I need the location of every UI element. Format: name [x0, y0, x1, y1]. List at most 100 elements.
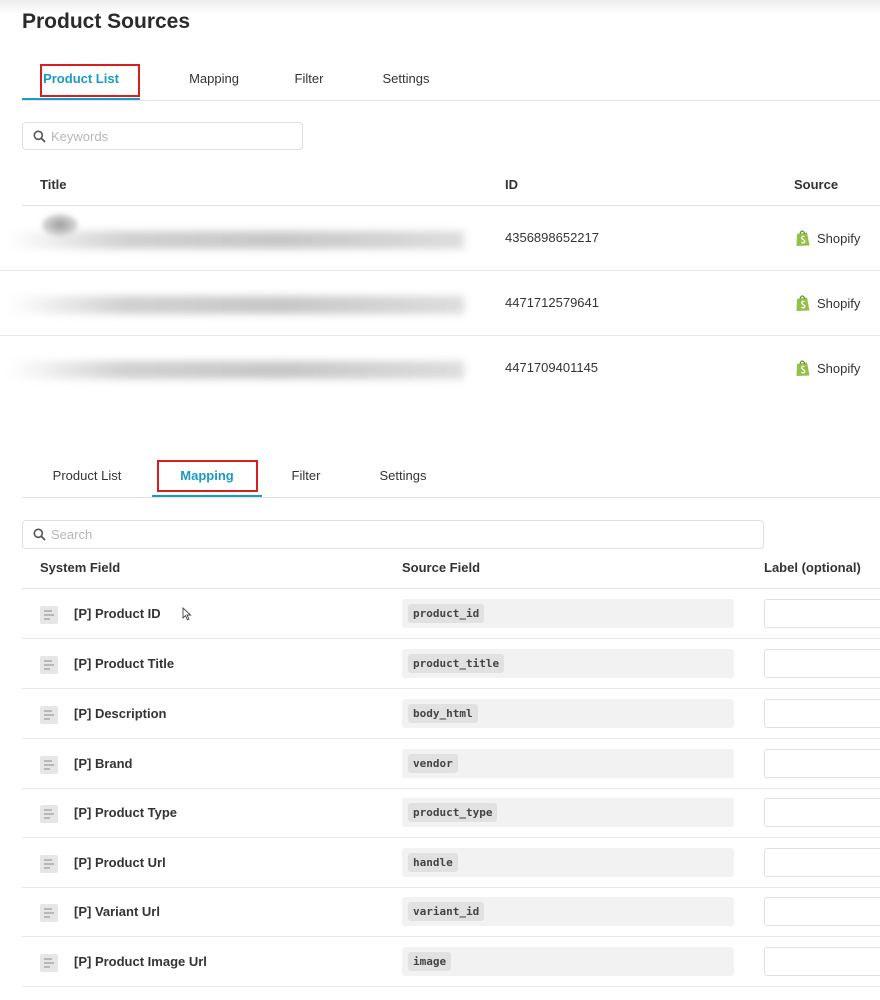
label-input[interactable]: [764, 749, 880, 778]
source-field-chip: product_title: [408, 654, 505, 673]
label-input[interactable]: [764, 897, 880, 926]
source-field-select[interactable]: product_title: [402, 649, 734, 678]
tab-mapping[interactable]: Mapping: [174, 60, 254, 98]
source-field-chip: product_id: [408, 604, 485, 623]
table-row[interactable]: 4356898652217 Shopify: [0, 206, 880, 271]
keywords-input[interactable]: [51, 123, 296, 149]
system-field: [P] Product Type: [74, 805, 178, 820]
tabs-top: Product List Mapping Filter Settings: [22, 60, 880, 101]
mapping-search-input[interactable]: [51, 521, 751, 547]
tab-label: Filter: [291, 468, 321, 483]
source-field-select[interactable]: product_type: [402, 798, 734, 827]
shopify-icon: [796, 360, 810, 376]
shopify-icon: [796, 295, 810, 311]
source-field-chip: image: [408, 952, 452, 971]
system-field: [P] Product ID: [74, 606, 161, 621]
label-input[interactable]: [764, 649, 880, 678]
tab-label: Settings: [379, 468, 427, 483]
search-icon: [33, 528, 46, 541]
column-source-field: Source Field: [402, 560, 481, 575]
source-field-select[interactable]: variant_id: [402, 897, 734, 926]
source-field-chip: product_type: [408, 803, 498, 822]
table-row[interactable]: 4471712579641 Shopify: [0, 271, 880, 336]
source-field-chip: body_html: [408, 704, 478, 723]
source-field-select[interactable]: handle: [402, 848, 734, 877]
product-id: 4471712579641: [505, 295, 599, 310]
drag-handle-icon[interactable]: [40, 805, 58, 823]
keywords-search: [22, 122, 303, 150]
source-label: Shopify: [817, 360, 861, 376]
system-field: [P] Product Image Url: [74, 954, 207, 969]
mapping-row: [P] Product Type product_type: [22, 788, 880, 838]
mapping-row: [P] Variant Url variant_id: [22, 887, 880, 937]
shopify-icon: [796, 230, 810, 246]
product-id: 4471709401145: [505, 360, 599, 375]
page-title: Product Sources: [22, 10, 191, 33]
system-field: [P] Brand: [74, 756, 133, 771]
label-input[interactable]: [764, 947, 880, 976]
tab-label: Mapping: [189, 71, 239, 86]
source-cell: Shopify: [795, 271, 860, 335]
mapping-row: [P] Description body_html: [22, 689, 880, 739]
system-field: [P] Description: [74, 706, 167, 721]
system-field: [P] Variant Url: [74, 904, 160, 919]
table-row[interactable]: 4471709401145 Shopify: [0, 336, 880, 400]
label-input[interactable]: [764, 599, 880, 628]
drag-handle-icon[interactable]: [40, 706, 58, 724]
tab-settings[interactable]: Settings: [369, 457, 437, 495]
tab-settings[interactable]: Settings: [372, 60, 440, 98]
source-field-chip: vendor: [408, 754, 458, 773]
mapping-row: [P] Product Url handle: [22, 838, 880, 888]
source-cell: Shopify: [795, 206, 860, 270]
column-label-optional: Label (optional): [764, 560, 861, 575]
mapping-table-header: System Field Source Field Label (optiona…: [22, 550, 880, 589]
product-table-header: Title ID Source: [22, 170, 880, 206]
source-field-chip: variant_id: [408, 902, 485, 921]
tabs-mapping: Product List Mapping Filter Settings: [22, 457, 880, 498]
tab-filter[interactable]: Filter: [281, 457, 331, 495]
source-label: Shopify: [817, 230, 861, 246]
product-id: 4356898652217: [505, 230, 599, 245]
tab-label: Product List: [52, 468, 122, 483]
drag-handle-icon[interactable]: [40, 855, 58, 873]
drag-handle-icon[interactable]: [40, 656, 58, 674]
mapping-row: [P] Product Image Url image: [22, 937, 880, 987]
source-field-chip: handle: [408, 853, 458, 872]
mapping-search: [22, 520, 764, 549]
source-cell: Shopify: [795, 336, 860, 400]
source-field-select[interactable]: image: [402, 947, 734, 976]
mapping-row: [P] Product ID product_id: [22, 589, 880, 639]
redacted-product-title: [8, 296, 464, 314]
column-source: Source: [794, 177, 839, 192]
drag-handle-icon[interactable]: [40, 904, 58, 922]
tab-label: Settings: [382, 71, 430, 86]
source-field-select[interactable]: vendor: [402, 749, 734, 778]
source-field-select[interactable]: body_html: [402, 699, 734, 728]
system-field: [P] Product Title: [74, 656, 175, 671]
search-icon: [33, 130, 46, 143]
redacted-product-title: [8, 361, 464, 379]
tab-label: Filter: [294, 71, 324, 86]
tab-product-list[interactable]: Product List: [40, 457, 134, 495]
tab-filter[interactable]: Filter: [284, 60, 334, 98]
mapping-row: [P] Brand vendor: [22, 739, 880, 789]
drag-handle-icon[interactable]: [40, 606, 58, 624]
label-input[interactable]: [764, 699, 880, 728]
drag-handle-icon[interactable]: [40, 756, 58, 774]
label-input[interactable]: [764, 848, 880, 877]
drag-handle-icon[interactable]: [40, 954, 58, 972]
tab-mapping[interactable]: Mapping: [152, 457, 262, 497]
source-field-select[interactable]: product_id: [402, 599, 734, 628]
tab-highlight-box: [157, 460, 258, 492]
column-system-field: System Field: [40, 560, 121, 575]
system-field: [P] Product Url: [74, 855, 166, 870]
column-id: ID: [505, 177, 518, 192]
redacted-product-title: [8, 231, 464, 249]
mapping-row: [P] Product Title product_title: [22, 639, 880, 689]
column-title: Title: [40, 177, 67, 192]
tab-highlight-box: [40, 64, 140, 97]
mouse-cursor-icon: [182, 607, 192, 621]
source-label: Shopify: [817, 295, 861, 311]
label-input[interactable]: [764, 798, 880, 827]
tab-product-list[interactable]: Product List: [22, 60, 140, 100]
